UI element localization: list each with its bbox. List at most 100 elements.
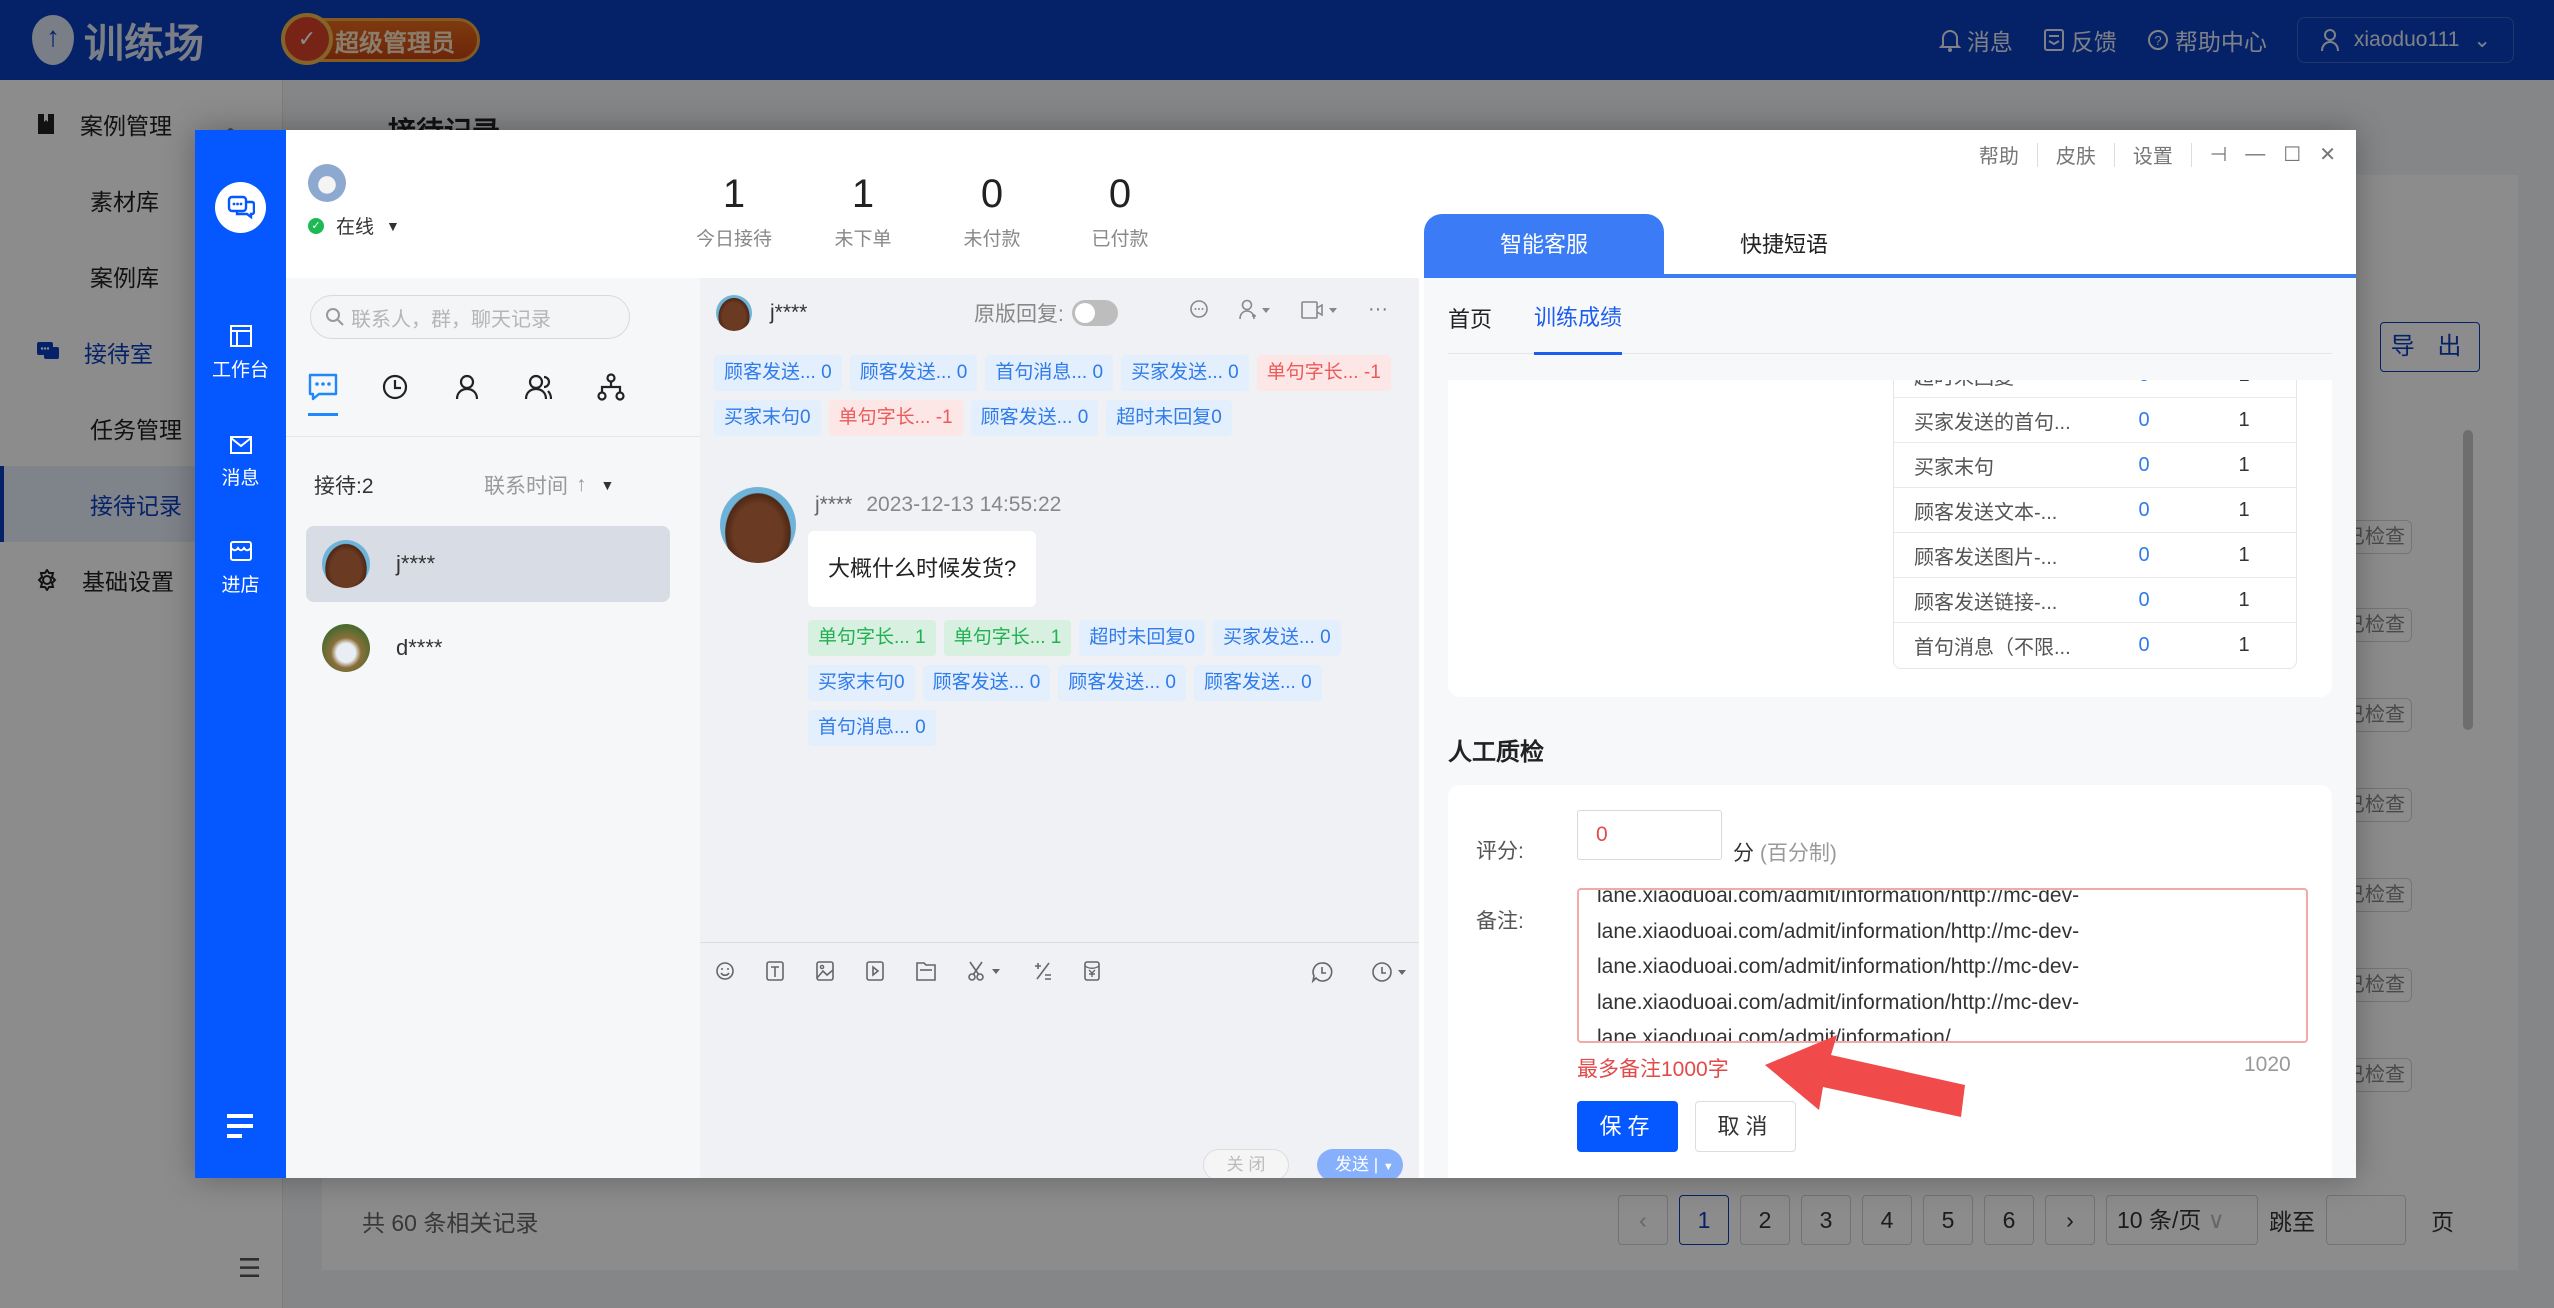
metric-tag[interactable]: 顾客发送... 0 — [1058, 665, 1186, 701]
add-user-icon — [1239, 299, 1270, 319]
metric-tag[interactable]: 首句消息... 0 — [985, 355, 1114, 391]
more-options-icon[interactable]: ··· — [1368, 298, 1388, 321]
customer-avatar[interactable] — [716, 295, 752, 331]
metric-tag[interactable]: 买家发送... 0 — [1121, 355, 1249, 391]
rail-store[interactable]: 进店 — [195, 540, 286, 597]
contact-item[interactable]: d**** — [306, 610, 670, 686]
stat-paid: 0 已付款 — [1060, 170, 1180, 251]
original-reply-label: 原版回复: — [974, 303, 1064, 326]
stat-label: 未付款 — [963, 229, 1021, 250]
tab-quick-phrases[interactable]: 快捷短语 — [1664, 214, 1904, 274]
note-error: 最多备注1000字 — [1577, 1058, 1729, 1081]
red-envelope-icon[interactable] — [1082, 960, 1102, 982]
rail-chat-button[interactable] — [215, 182, 266, 233]
score-input[interactable]: 0 — [1577, 810, 1722, 860]
table-row: 买家末句 0 1 — [1894, 443, 2296, 488]
divider — [2113, 142, 2115, 167]
table-row: 顾客发送图片-... 0 1 — [1894, 533, 2296, 578]
tab-groups[interactable] — [522, 370, 556, 404]
minimize-icon[interactable]: — — [2245, 143, 2265, 166]
metric-tag[interactable]: 超时未回复0 — [1079, 620, 1205, 656]
pin-icon[interactable]: ⊣ — [2210, 142, 2227, 167]
metric-tag[interactable]: 单句字长... -1 — [828, 400, 963, 436]
comment-icon[interactable] — [1188, 299, 1210, 321]
tab-history[interactable] — [378, 370, 412, 404]
image-icon[interactable] — [814, 960, 836, 982]
metric-tag[interactable]: 买家发送... 0 — [1212, 620, 1341, 656]
agent-status-select[interactable]: ✓ 在线 ▼ — [308, 212, 400, 239]
rail-workbench[interactable]: 工作台 — [195, 325, 286, 382]
metric-name: 首句消息（不限... — [1914, 637, 2071, 659]
metric-tag[interactable]: 顾客发送... 0 — [714, 355, 842, 391]
calculator-icon[interactable] — [1032, 960, 1054, 982]
message-sender: j**** — [815, 493, 853, 516]
save-button[interactable]: 保存 — [1577, 1101, 1678, 1152]
add-user-dropdown[interactable] — [1238, 299, 1272, 321]
note-char-count: 1020 — [2244, 1053, 2291, 1076]
scissors-icon[interactable] — [966, 960, 1004, 982]
search-icon — [326, 308, 344, 326]
agent-avatar[interactable] — [308, 164, 346, 202]
message-meta: j**** 2023-12-13 14:55:22 — [815, 493, 1061, 517]
caret-down-icon[interactable]: ▼ — [1383, 1161, 1394, 1173]
tab-chats[interactable] — [306, 370, 340, 416]
rail-messages[interactable]: 消息 — [195, 435, 286, 490]
stat-no-order: 1 未下单 — [803, 170, 923, 251]
metric-tag[interactable]: 买家末句0 — [808, 665, 915, 701]
stat-label: 已付款 — [1091, 229, 1149, 250]
toggle-switch[interactable] — [1071, 300, 1118, 326]
metric-score: 0 — [2138, 634, 2150, 656]
folder-icon[interactable] — [914, 960, 938, 982]
metric-tag[interactable]: 超时未回复0 — [1106, 400, 1232, 436]
caret-down-icon: ▼ — [386, 217, 400, 234]
schedule-icon[interactable] — [1370, 960, 1410, 984]
settings-link[interactable]: 设置 — [2133, 140, 2173, 169]
tab-contacts[interactable] — [450, 370, 484, 404]
emoji-icon[interactable] — [714, 960, 736, 982]
tab-home[interactable]: 首页 — [1448, 302, 1492, 334]
chat-history-icon[interactable] — [1310, 960, 1334, 984]
original-reply-toggle[interactable]: 原版回复: — [974, 298, 1118, 328]
contact-search-input[interactable]: 联系人，群，聊天记录 — [310, 295, 630, 339]
metric-total: 1 — [2238, 498, 2250, 521]
metric-tag[interactable]: 单句字长... -1 — [1256, 355, 1391, 391]
skin-link[interactable]: 皮肤 — [2056, 140, 2096, 169]
close-icon[interactable]: ✕ — [2319, 142, 2336, 167]
metric-tag[interactable]: 首句消息... 0 — [808, 710, 936, 746]
sort-select[interactable]: 联系时间 ↑ ▼ — [484, 470, 614, 500]
metric-tag[interactable]: 顾客发送... 0 — [1193, 665, 1322, 701]
metric-tag[interactable]: 顾客发送... 0 — [849, 355, 978, 391]
table-row: 买家发送的首句... 0 1 — [1894, 398, 2296, 443]
score-unit: 分 (百分制) — [1733, 837, 1837, 867]
video-dropdown[interactable] — [1300, 299, 1340, 321]
metric-tag[interactable]: 顾客发送... 0 — [970, 400, 1099, 436]
message-time: 2023-12-13 14:55:22 — [866, 493, 1062, 516]
send-button[interactable]: 发送 | ▼ — [1317, 1149, 1403, 1178]
stat-label: 未下单 — [834, 229, 892, 250]
metric-tag[interactable]: 买家末句0 — [714, 400, 821, 436]
tab-organization[interactable] — [594, 370, 628, 404]
contact-item[interactable]: j**** — [306, 526, 670, 602]
chat-pane: 1 今日接待 1 未下单 0 未付款 0 已付款 j**** 原版回复: ··· 顾客发… — [696, 130, 1419, 1178]
metric-tag[interactable]: 单句字长... 1 — [808, 620, 936, 656]
table-row: 顾客发送文本-... 0 1 — [1894, 488, 2296, 533]
tab-training-results[interactable]: 训练成绩 — [1534, 282, 1623, 355]
tab-smart-service[interactable]: 智能客服 — [1424, 214, 1664, 274]
help-link[interactable]: 帮助 — [1979, 140, 2019, 169]
window-controls: 帮助 皮肤 设置 ⊣ — ☐ ✕ — [1979, 140, 2336, 169]
stat-today-reception: 1 今日接待 — [674, 170, 794, 251]
rail-menu-icon[interactable] — [227, 1112, 253, 1140]
message-tags: 单句字长... 1 单句字长... 1 超时未回复0 买家发送... 0 买家末句0 顾客… — [808, 620, 1368, 746]
metric-tag[interactable]: 单句字长... 1 — [943, 620, 1072, 656]
close-chat-button[interactable]: 关 闭 — [1203, 1149, 1289, 1178]
arrow-up-icon: ↑ — [576, 473, 587, 496]
stats-bar: 1 今日接待 1 未下单 0 未付款 0 已付款 — [696, 130, 1419, 278]
divider — [2036, 142, 2038, 167]
note-textarea[interactable]: lane.xiaoduoai.com/admit/information/htt… — [1577, 888, 2308, 1043]
text-icon[interactable] — [764, 960, 786, 982]
sub-tabs: 首页 训练成绩 — [1448, 282, 2332, 355]
header-tags: 顾客发送... 0 顾客发送... 0 首句消息... 0 买家发送... 0 单句字长… — [714, 355, 1414, 436]
video-play-icon[interactable] — [864, 960, 886, 982]
metric-tag[interactable]: 顾客发送... 0 — [922, 665, 1051, 701]
maximize-icon[interactable]: ☐ — [2283, 142, 2301, 167]
